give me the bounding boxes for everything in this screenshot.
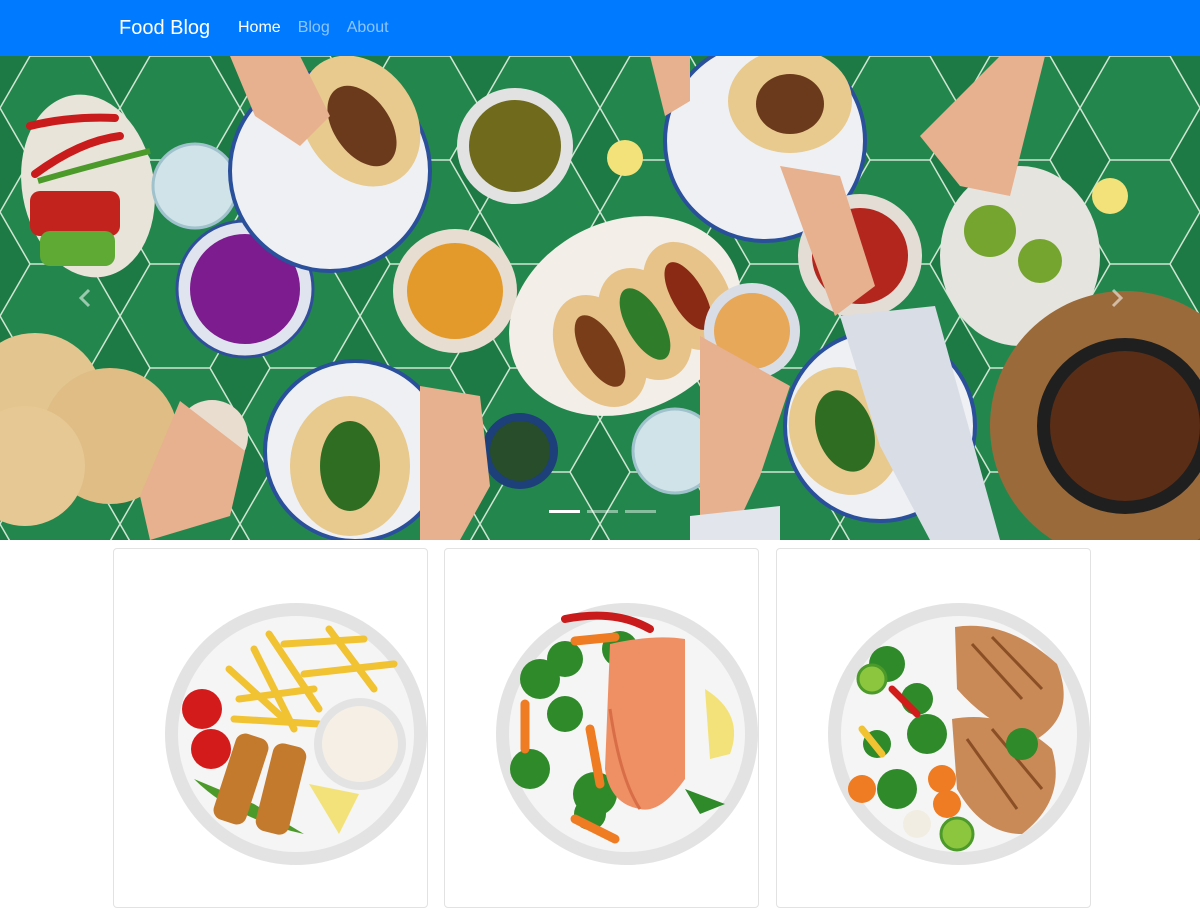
food-card-1[interactable] <box>113 548 428 908</box>
navbar: Food Blog Home Blog About <box>0 0 1200 56</box>
chevron-right-icon <box>1111 288 1124 308</box>
carousel-next-button[interactable] <box>1020 56 1200 540</box>
hero-carousel <box>0 56 1200 540</box>
food-card-2[interactable] <box>444 548 759 908</box>
food-card-3[interactable] <box>776 548 1091 908</box>
carousel-indicators <box>549 510 656 513</box>
nav-link-blog[interactable]: Blog <box>298 0 330 56</box>
fish-sticks-fries-plate-image <box>165 603 427 865</box>
carousel-indicator-1[interactable] <box>549 510 580 513</box>
brand-logo[interactable]: Food Blog <box>119 14 210 42</box>
nav-links: Home Blog About <box>238 0 406 56</box>
nav-link-home[interactable]: Home <box>238 0 281 56</box>
grilled-chicken-vegetables-plate-image <box>828 603 1090 865</box>
chevron-left-icon <box>78 288 91 308</box>
carousel-indicator-3[interactable] <box>625 510 656 513</box>
salmon-vegetables-plate-image <box>496 603 758 865</box>
carousel-indicator-2[interactable] <box>587 510 618 513</box>
carousel-prev-button[interactable] <box>0 56 180 540</box>
nav-link-about[interactable]: About <box>347 0 389 56</box>
